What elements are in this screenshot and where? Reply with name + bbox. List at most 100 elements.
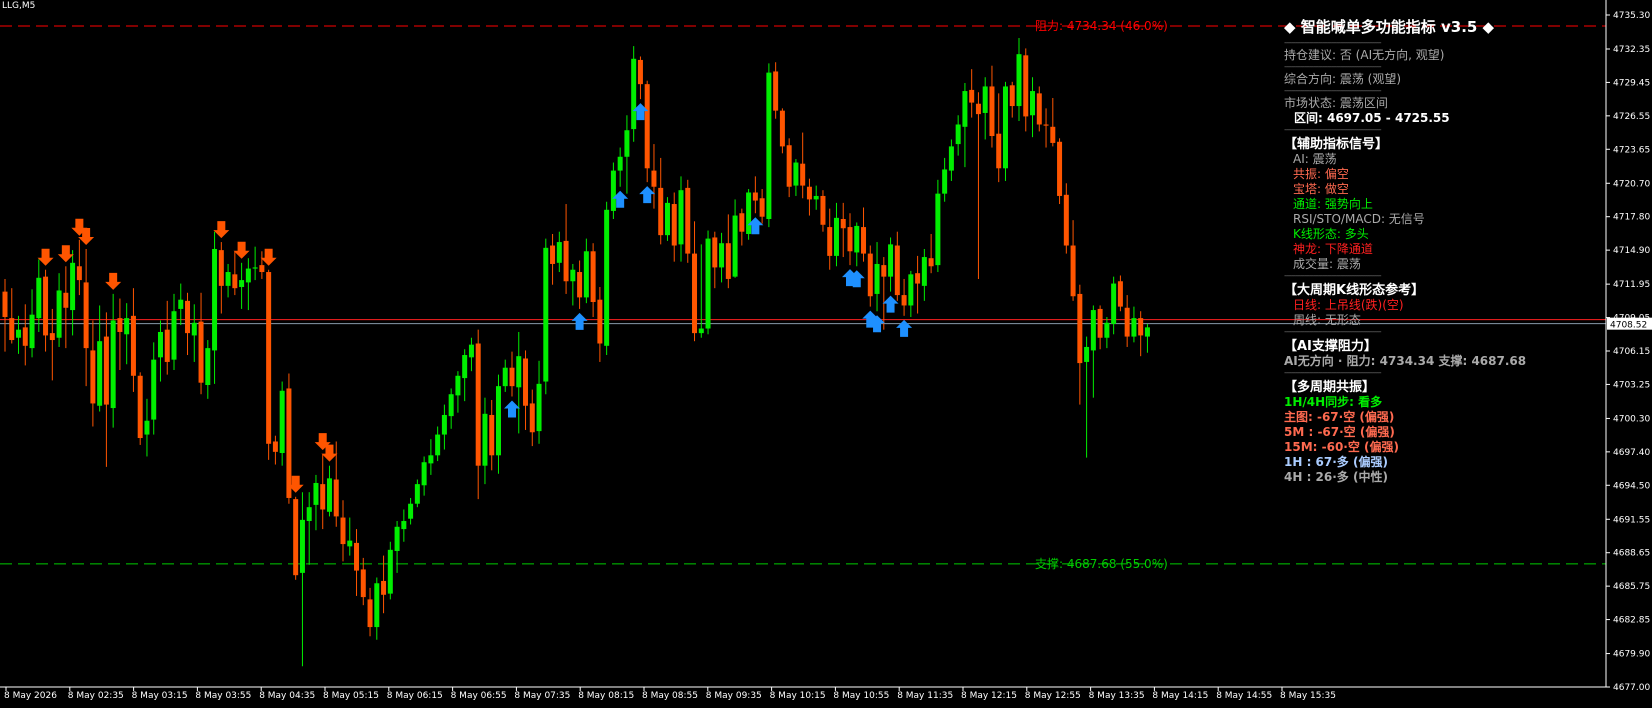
bear-candle (49, 333, 55, 341)
indicator-panel: ◆ 智能喊单多功能指标 v3.5 ◆ ---------------------… (1284, 20, 1614, 485)
bear-candle (529, 403, 535, 433)
bear-candle (712, 237, 718, 268)
bear-candle (164, 329, 170, 362)
bear-candle (320, 484, 326, 510)
time-tick-label: 8 May 12:55 (1025, 691, 1081, 701)
bear-candle (83, 282, 89, 349)
separator: ----------------------------------------… (1284, 126, 1382, 135)
price-tick-label: 4717.80 (1613, 213, 1650, 223)
price-tick-label: 4720.70 (1613, 179, 1650, 189)
bull-candle (955, 124, 961, 145)
bull-candle (908, 274, 914, 306)
price-tick-label: 4694.50 (1613, 481, 1650, 491)
time-axis: 8 May 2026 8 May 02:35 8 May 03:15 8 May 03… (0, 686, 1606, 701)
bull-candle (144, 420, 150, 435)
price-tick-label: 4688.65 (1613, 549, 1650, 559)
big-period-header: 【大周期K线形态参考】 (1284, 283, 1425, 298)
sell-arrow-icon (57, 245, 74, 263)
time-tick-label: 8 May 2026 (4, 691, 57, 701)
aux-signal-row: 宝塔: 做空 (1293, 182, 1349, 196)
time-tick-label: 8 May 10:15 (770, 691, 826, 701)
price-tick-label: 4700.30 (1613, 414, 1650, 424)
bull-candle (766, 72, 772, 220)
buy-arrow-icon (882, 295, 899, 313)
bull-candle (631, 58, 637, 130)
bull-candle (326, 478, 332, 512)
aux-signal-row: AI: 震荡 (1293, 152, 1337, 166)
bull-candle (664, 202, 670, 236)
bull-candle (157, 331, 163, 358)
bear-candle (827, 227, 833, 256)
bull-candle (36, 277, 42, 319)
bull-candle (732, 215, 738, 277)
aux-signal-row: RSI/STO/MACD: 无信号 (1293, 212, 1425, 226)
bear-candle (1097, 308, 1103, 338)
signal-arrows (37, 103, 913, 493)
bull-candle (948, 146, 954, 171)
big-period-row: 周线: 无形态 (1293, 313, 1361, 327)
bear-candle (806, 186, 812, 200)
bull-candle (313, 482, 319, 505)
bull-candle (191, 322, 197, 336)
bull-candle (678, 190, 684, 245)
bull-candle (698, 328, 704, 334)
bull-candle (428, 455, 434, 464)
sr-line: AI无方向 · 阻力: 4734.34 支撑: 4687.68 (1284, 354, 1527, 368)
bear-candle (779, 110, 785, 147)
bull-candle (374, 583, 380, 628)
bull-candle (408, 503, 414, 519)
bull-candle (874, 263, 880, 294)
bull-candle (1144, 327, 1150, 337)
bear-candle (489, 414, 495, 456)
bull-candle (110, 320, 116, 409)
bull-candle (624, 130, 630, 157)
big-period-list: 日线: 上吊线(跌)(空) 周线: 无形态 (1284, 298, 1614, 328)
multi-period-row: 4H : 26·多 (中性) (1284, 470, 1388, 484)
aux-header: 【辅助指标信号】 (1284, 137, 1389, 152)
bull-candle (212, 248, 218, 351)
buy-arrow-icon (896, 319, 913, 337)
bear-candle (739, 213, 745, 232)
bear-candle (232, 274, 238, 289)
bear-candle (1043, 124, 1049, 126)
time-tick-label: 8 May 03:55 (195, 691, 251, 701)
time-tick-label: 8 May 12:15 (961, 691, 1017, 701)
candles (2, 38, 1150, 667)
time-tick-label: 8 May 08:55 (642, 691, 698, 701)
price-tick-label: 4723.65 (1613, 145, 1650, 155)
bear-candle (651, 170, 657, 187)
bull-candle (502, 367, 508, 387)
bear-candle (1124, 307, 1130, 337)
bull-candle (921, 257, 927, 286)
bull-candle (97, 341, 103, 406)
bull-candle (394, 526, 400, 551)
bull-candle (299, 519, 305, 573)
bear-candle (354, 542, 360, 571)
bull-candle (962, 91, 968, 127)
bull-candle (421, 462, 427, 486)
bear-candle (800, 163, 806, 186)
sell-arrow-icon (213, 221, 230, 239)
bull-candle (16, 329, 22, 338)
bull-candle (536, 383, 542, 432)
bull-candle (793, 162, 799, 186)
time-tick-label: 8 May 14:15 (1152, 691, 1208, 701)
bear-candle (367, 599, 373, 628)
bear-candle (928, 258, 934, 267)
bear-candle (63, 292, 69, 308)
position-advice: 持仓建议: 否 (AI无方向, 观望) (1284, 48, 1445, 62)
bear-candle (915, 273, 921, 284)
bull-candle (705, 238, 711, 329)
current-price-label: 4708.52 (1610, 321, 1647, 331)
bull-candle (604, 209, 610, 346)
bull-candle (935, 193, 941, 266)
time-tick-label: 8 May 07:35 (514, 691, 570, 701)
time-tick-label: 8 May 03:15 (132, 691, 188, 701)
bull-candle (495, 386, 501, 456)
sr-header: 【AI支撑阻力】 (1284, 339, 1377, 354)
bear-candle (286, 388, 292, 498)
bear-candle (685, 187, 691, 254)
bear-candle (881, 265, 887, 277)
price-tick-label: 4697.40 (1613, 448, 1650, 458)
time-tick-label: 8 May 02:35 (68, 691, 124, 701)
